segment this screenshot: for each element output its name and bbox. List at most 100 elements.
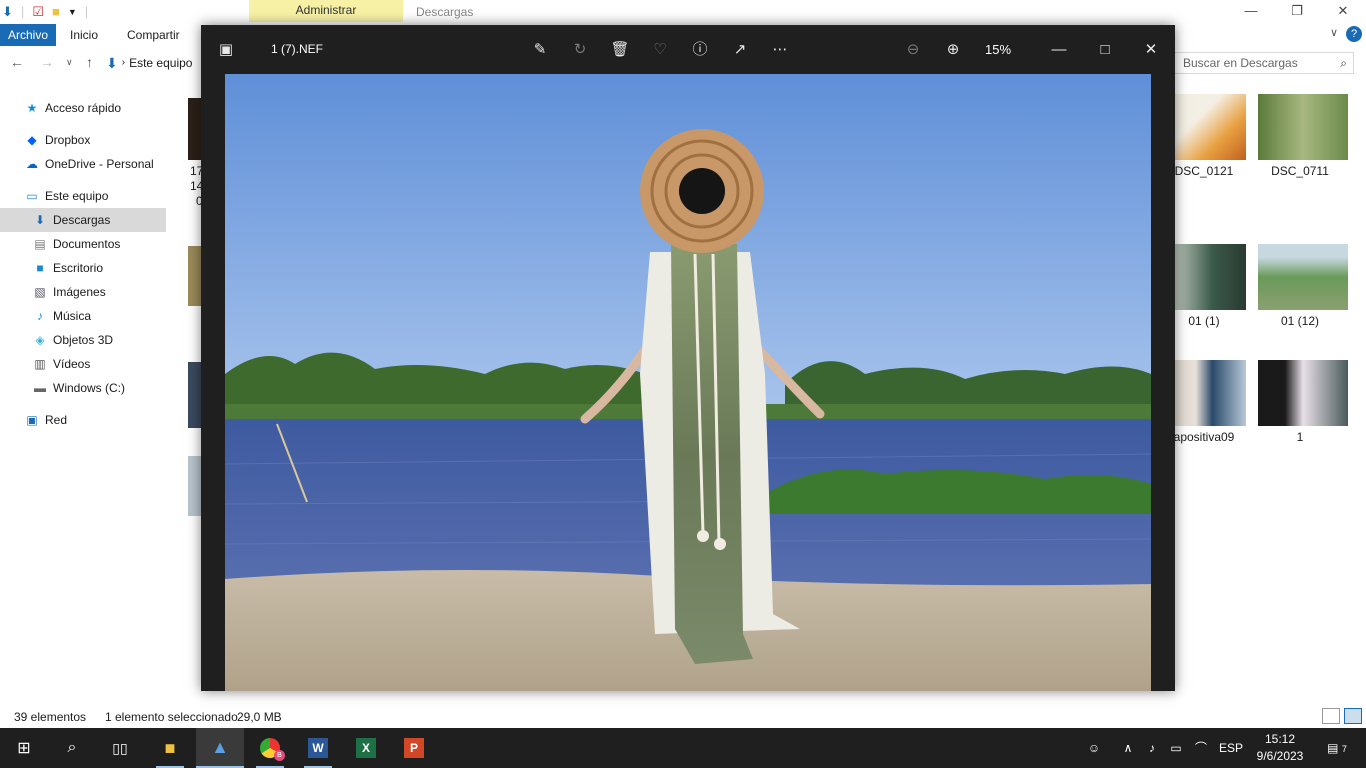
- taskbar-powerpoint[interactable]: P: [390, 728, 438, 768]
- search-input[interactable]: Buscar en Descargas ⌕: [1174, 52, 1354, 74]
- sidebar-item-label: Imágenes: [53, 285, 106, 299]
- sidebar-item-label: OneDrive - Personal: [45, 157, 154, 171]
- zoom-in-icon[interactable]: ⊕: [940, 37, 966, 63]
- more-options-icon[interactable]: ⋯: [767, 37, 793, 63]
- download-icon: ⬇: [34, 213, 46, 227]
- properties-icon[interactable]: ☑: [32, 0, 44, 24]
- quick-access-toolbar: ⬇ | ☑ ■ ▼ |: [0, 0, 88, 24]
- folder-icon[interactable]: ■: [52, 0, 60, 24]
- search-button[interactable]: ⌕: [48, 728, 96, 768]
- thumbnail-fragment[interactable]: [188, 362, 202, 428]
- sidebar-item-dropbox[interactable]: ◆ Dropbox: [0, 128, 166, 152]
- cloud-icon: ☁: [26, 157, 38, 171]
- sidebar-item-onedrive-personal[interactable]: ☁ OneDrive - Personal: [0, 152, 166, 176]
- image-icon: ▧: [34, 285, 46, 299]
- sidebar-item-red[interactable]: ▣ Red: [0, 408, 166, 432]
- help-icon[interactable]: ?: [1346, 26, 1362, 42]
- large-icons-view-icon[interactable]: [1344, 708, 1362, 724]
- taskbar-excel[interactable]: X: [342, 728, 390, 768]
- start-button[interactable]: ⊞: [0, 728, 48, 768]
- taskbar-photos[interactable]: ▲: [196, 728, 244, 768]
- clock-date: 9/6/2023: [1256, 749, 1304, 763]
- sidebar-item-windows-c-[interactable]: ▬ Windows (C:): [0, 376, 166, 400]
- taskbar-file-explorer[interactable]: ■: [146, 728, 194, 768]
- network-icon: ▣: [26, 413, 38, 427]
- wifi-icon[interactable]: ⌒: [1190, 728, 1212, 768]
- windows-logo-icon: ⊞: [17, 740, 31, 757]
- maximize-icon[interactable]: □: [1092, 37, 1118, 63]
- chevron-down-icon[interactable]: ∨: [1330, 26, 1338, 39]
- battery-icon[interactable]: ▭: [1166, 728, 1186, 768]
- close-icon[interactable]: ✕: [1320, 0, 1366, 24]
- taskbar-word[interactable]: W: [294, 728, 342, 768]
- gallery-icon[interactable]: ▣: [213, 37, 239, 63]
- address-path[interactable]: ⬇ › Este equipo: [106, 52, 202, 74]
- delete-icon[interactable]: 🗑: [607, 37, 633, 63]
- excel-icon: X: [356, 738, 376, 758]
- sidebar-item-escritorio[interactable]: ■ Escritorio: [0, 256, 166, 280]
- notification-icon: ▤: [1327, 741, 1339, 755]
- sidebar-item-acceso-rápido[interactable]: ★ Acceso rápido: [0, 96, 166, 120]
- show-hidden-icons-chevron-icon[interactable]: ∧: [1118, 728, 1138, 768]
- sidebar-item-label: Windows (C:): [53, 381, 126, 395]
- sidebar-item-imágenes[interactable]: ▧ Imágenes: [0, 280, 166, 304]
- sidebar-item-música[interactable]: ♪ Música: [0, 304, 166, 328]
- sidebar-item-documentos[interactable]: ▤ Documentos: [0, 232, 166, 256]
- view-switcher: [1322, 708, 1362, 724]
- thumbnail-fragment[interactable]: [188, 456, 202, 516]
- separator: |: [20, 4, 25, 19]
- folder-icon: ■: [164, 737, 176, 758]
- restore-icon[interactable]: ❐: [1274, 0, 1320, 24]
- manage-context-tab[interactable]: Administrar: [249, 0, 403, 22]
- volume-icon[interactable]: ♪: [1142, 728, 1162, 768]
- taskbar-chrome[interactable]: B: [246, 728, 294, 768]
- sidebar-item-label: Este equipo: [45, 189, 109, 203]
- tab-compartir[interactable]: Compartir: [117, 24, 190, 46]
- minimize-icon[interactable]: —: [1046, 37, 1072, 63]
- file-tile[interactable]: DSC_0711: [1258, 94, 1348, 178]
- sidebar-item-objetos-3d[interactable]: ◈ Objetos 3D: [0, 328, 166, 352]
- sidebar-item-label: Documentos: [53, 237, 121, 251]
- zoom-level[interactable]: 15%: [985, 25, 1011, 74]
- minimize-icon[interactable]: —: [1228, 0, 1274, 24]
- tab-inicio[interactable]: Inicio: [60, 24, 108, 46]
- tab-archivo[interactable]: Archivo: [0, 24, 57, 46]
- qat-dropdown-icon[interactable]: ▼: [68, 0, 77, 24]
- info-icon[interactable]: ⓘ: [687, 37, 713, 63]
- sidebar-item-este-equipo[interactable]: ▭ Este equipo: [0, 184, 166, 208]
- close-icon[interactable]: ✕: [1138, 37, 1164, 63]
- viewer-file-name: 1 (7).NEF: [271, 42, 324, 56]
- file-tile[interactable]: 1: [1258, 360, 1348, 444]
- favorite-heart-icon[interactable]: ♡: [647, 37, 673, 63]
- search-icon: ⌕: [1340, 56, 1347, 70]
- rotate-icon[interactable]: ↻: [567, 37, 593, 63]
- explorer-window-controls: — ❐ ✕: [1228, 0, 1366, 24]
- sidebar-item-vídeos[interactable]: ▥ Vídeos: [0, 352, 166, 376]
- system-clock[interactable]: 15:12 9/6/2023: [1252, 731, 1308, 765]
- details-view-icon[interactable]: [1322, 708, 1340, 724]
- task-view-button[interactable]: ▯▯: [96, 728, 144, 768]
- edit-image-icon[interactable]: ✎: [527, 37, 553, 63]
- input-language[interactable]: ESP: [1216, 728, 1246, 768]
- thumbnail-fragment[interactable]: [188, 98, 202, 160]
- file-tile[interactable]: 01 (12): [1258, 244, 1348, 328]
- people-icon[interactable]: ☺: [1080, 728, 1108, 768]
- path-separator-icon: ›: [121, 57, 126, 68]
- photo-canvas[interactable]: [225, 74, 1151, 691]
- download-icon[interactable]: ⬇: [2, 0, 13, 24]
- taskbar: ⊞ ⌕ ▯▯ ■ ▲ B W X P ☺ ∧ ♪ ▭ ⌒ ESP 15:12 9…: [0, 728, 1366, 768]
- recent-dropdown-icon[interactable]: ∨: [66, 57, 73, 68]
- cube-icon: ◈: [35, 333, 45, 347]
- sidebar-item-descargas[interactable]: ⬇ Descargas: [0, 208, 166, 232]
- share-icon[interactable]: ↗: [727, 37, 753, 63]
- desktop-icon: ■: [36, 261, 44, 275]
- back-arrow-icon[interactable]: ←: [10, 54, 24, 70]
- zoom-out-icon[interactable]: ⊖: [900, 37, 926, 63]
- up-arrow-icon[interactable]: ↑: [86, 54, 93, 70]
- file-label: 01 (12): [1280, 314, 1320, 328]
- thumbnail-fragment[interactable]: [188, 246, 202, 306]
- notification-center-button[interactable]: ▤ 7: [1322, 728, 1352, 768]
- file-thumbnail: [1258, 244, 1348, 310]
- forward-arrow-icon[interactable]: →: [40, 54, 54, 70]
- navigation-pane: ★ Acceso rápido ◆ Dropbox ☁ OneDrive - Person…: [0, 96, 166, 432]
